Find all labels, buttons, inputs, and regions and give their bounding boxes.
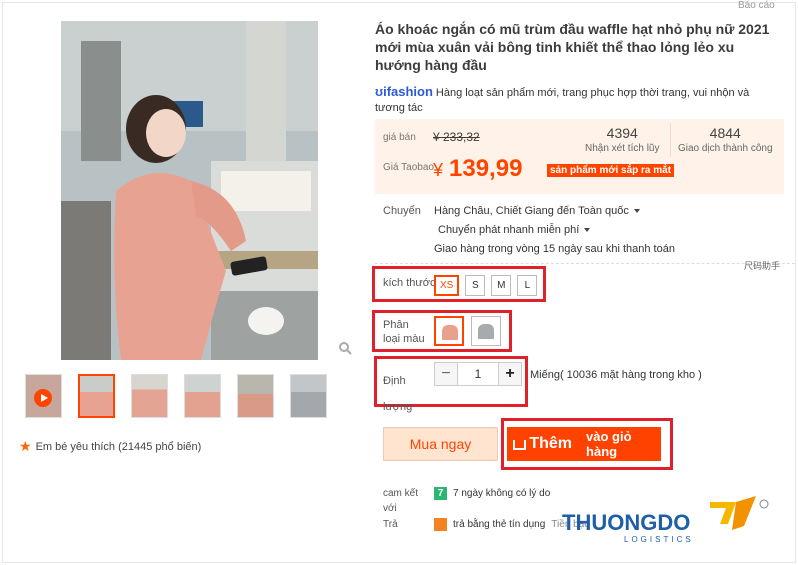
- thumbnail-4[interactable]: [237, 374, 274, 418]
- size-option-l[interactable]: L: [517, 275, 538, 296]
- commit-service: 7 7 ngày không có lý do: [434, 487, 550, 500]
- seven-days-icon: 7: [434, 487, 447, 500]
- report-link[interactable]: Báo cáo: [738, 0, 775, 11]
- brand-line: ʊifashion Hàng loạt sản phẩm mới, trang p…: [375, 84, 780, 116]
- increase-button[interactable]: +: [498, 362, 522, 386]
- hoodie-icon: [442, 325, 458, 340]
- size-options: XS S M L: [434, 275, 538, 296]
- currency-symbol: ¥: [433, 160, 444, 180]
- logo-sub: LOGISTICS: [624, 535, 694, 544]
- size-helper-link[interactable]: 尺码助手: [744, 259, 780, 272]
- zoom-icon[interactable]: [338, 341, 354, 357]
- taobao-price-label: Giá Taobao: [383, 162, 434, 173]
- hoodie-icon: [478, 324, 494, 339]
- pay-label: Trả: [383, 519, 398, 530]
- add-to-cart-label-1: Thêm: [529, 435, 573, 452]
- color-label: Phân loại màu: [383, 319, 425, 345]
- new-product-badge: sản phẩm mới sắp ra mắt: [547, 164, 675, 177]
- size-label: kích thước: [383, 277, 436, 289]
- thuongdo-logo: THUONGDO LOGISTICS: [562, 496, 769, 544]
- divider: [375, 263, 795, 264]
- original-price-label: giá bán: [383, 132, 416, 143]
- size-option-s[interactable]: S: [465, 275, 486, 296]
- quantity-label: Định lượng: [383, 375, 413, 413]
- thumbnail-2[interactable]: [131, 374, 168, 418]
- quantity-stepper: − 1 +: [434, 362, 522, 386]
- add-to-cart-button[interactable]: Thêm vào giỏ hàng: [507, 427, 661, 461]
- cart-icon: [513, 440, 527, 450]
- commit-text: 7 ngày không có lý do: [453, 488, 551, 499]
- credit-card-icon: [434, 518, 447, 531]
- thumbnail-strip: [25, 374, 327, 418]
- reviews-stat[interactable]: 4394 Nhận xét tích lũy: [585, 125, 659, 154]
- commit-label: cam kết với: [383, 488, 419, 514]
- trades-label: Giao dịch thành công: [678, 143, 773, 154]
- stat-divider: [670, 123, 671, 157]
- trades-count: 4844: [709, 125, 741, 141]
- color-options: [434, 316, 501, 346]
- buy-now-button[interactable]: Mua ngay: [383, 427, 498, 461]
- color-option-gray[interactable]: [471, 316, 501, 346]
- thumbnail-video[interactable]: [25, 374, 62, 418]
- main-product-photo[interactable]: [61, 21, 318, 360]
- pay-text: trả bằng thẻ tín dụng: [453, 519, 546, 530]
- stock-text: Miếng( 10036 mặt hàng trong kho ): [530, 369, 702, 381]
- price-box: giá bán ¥ 233,32 Giá Taobao ¥139,99 sản …: [375, 119, 784, 194]
- favorites-count[interactable]: ★ Em bé yêu thích (21445 phổ biến): [19, 438, 201, 455]
- color-option-pink[interactable]: [434, 316, 464, 346]
- trades-stat: 4844 Giao dịch thành công: [678, 125, 773, 154]
- reviews-count: 4394: [606, 125, 638, 141]
- favorites-text: Em bé yêu thích (21445 phổ biến): [35, 440, 202, 453]
- shipping-label: Chuyển: [383, 205, 421, 217]
- shipping-method[interactable]: Chuyển phát nhanh miễn phí: [438, 224, 591, 236]
- play-icon[interactable]: [34, 389, 52, 407]
- product-title: Áo khoác ngắn có mũ trùm đầu waffle hạt …: [375, 21, 770, 73]
- quantity-input[interactable]: 1: [458, 362, 498, 386]
- add-to-cart-label-2: vào giỏ hàng: [586, 429, 632, 459]
- chevron-down-icon: [584, 228, 591, 233]
- thumbnail-3[interactable]: [184, 374, 221, 418]
- size-option-m[interactable]: M: [491, 275, 512, 296]
- star-icon: ★: [19, 438, 32, 454]
- shipping-note: Giao hàng trong vòng 15 ngày sau khi tha…: [434, 243, 675, 255]
- reviews-label: Nhận xét tích lũy: [585, 143, 660, 154]
- shipping-route[interactable]: Hàng Châu, Chiết Giang đến Toàn quốc: [434, 205, 640, 217]
- decrease-button[interactable]: −: [434, 362, 458, 386]
- logo-name: THUONGDO: [562, 510, 690, 535]
- taobao-price: ¥139,99: [433, 155, 522, 183]
- thumbnail-5[interactable]: [290, 374, 327, 418]
- taobao-price-value: 139,99: [449, 155, 523, 182]
- ifashion-logo[interactable]: ʊifashion: [375, 84, 433, 99]
- thumbnail-1[interactable]: [78, 374, 115, 418]
- size-option-xs[interactable]: XS: [434, 275, 460, 296]
- original-price: ¥ 233,32: [433, 130, 480, 144]
- chevron-down-icon: [633, 209, 640, 214]
